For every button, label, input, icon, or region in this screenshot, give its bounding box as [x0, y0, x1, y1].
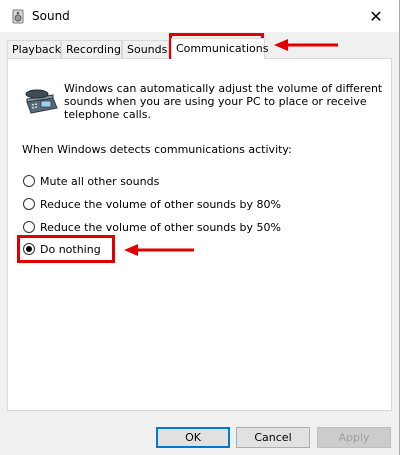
- option-label: Reduce the volume of other sounds by 80%: [40, 197, 281, 211]
- communications-prompt: When Windows detects communications acti…: [22, 143, 292, 156]
- cancel-button[interactable]: Cancel: [236, 427, 310, 448]
- telephone-icon: [25, 89, 58, 114]
- tab-recording[interactable]: Recording: [61, 40, 122, 58]
- tab-strip: Playback Recording Sounds Communications: [7, 38, 393, 59]
- button-bar: OK Cancel Apply: [0, 411, 399, 455]
- window-title: Sound: [32, 9, 70, 23]
- tab-communications[interactable]: Communications: [171, 38, 268, 59]
- close-button[interactable]: ✕: [353, 0, 399, 32]
- option-reduce-50[interactable]: Reduce the volume of other sounds by 50%: [23, 219, 281, 235]
- option-label: Do nothing: [40, 242, 101, 256]
- sound-dialog: Sound ✕ Playback Recording Sounds Commun…: [0, 0, 400, 455]
- option-do-nothing[interactable]: Do nothing: [23, 241, 101, 257]
- ok-button[interactable]: OK: [156, 427, 230, 448]
- apply-button[interactable]: Apply: [317, 427, 391, 448]
- tab-sounds[interactable]: Sounds: [122, 40, 169, 58]
- radio-button[interactable]: [23, 175, 35, 187]
- communications-description: Windows can automatically adjust the vol…: [64, 82, 383, 121]
- radio-button-selected[interactable]: [23, 243, 35, 255]
- option-reduce-80[interactable]: Reduce the volume of other sounds by 80%: [23, 196, 281, 212]
- option-label: Reduce the volume of other sounds by 50%: [40, 220, 281, 234]
- tab-playback[interactable]: Playback: [7, 40, 61, 58]
- speaker-icon: [12, 9, 24, 24]
- radio-button[interactable]: [23, 221, 35, 233]
- option-label: Mute all other sounds: [40, 174, 160, 188]
- title-bar: Sound ✕: [0, 0, 399, 32]
- radio-button[interactable]: [23, 198, 35, 210]
- option-mute-all[interactable]: Mute all other sounds: [23, 173, 159, 189]
- communications-panel: Windows can automatically adjust the vol…: [7, 58, 392, 411]
- close-icon: ✕: [369, 6, 383, 26]
